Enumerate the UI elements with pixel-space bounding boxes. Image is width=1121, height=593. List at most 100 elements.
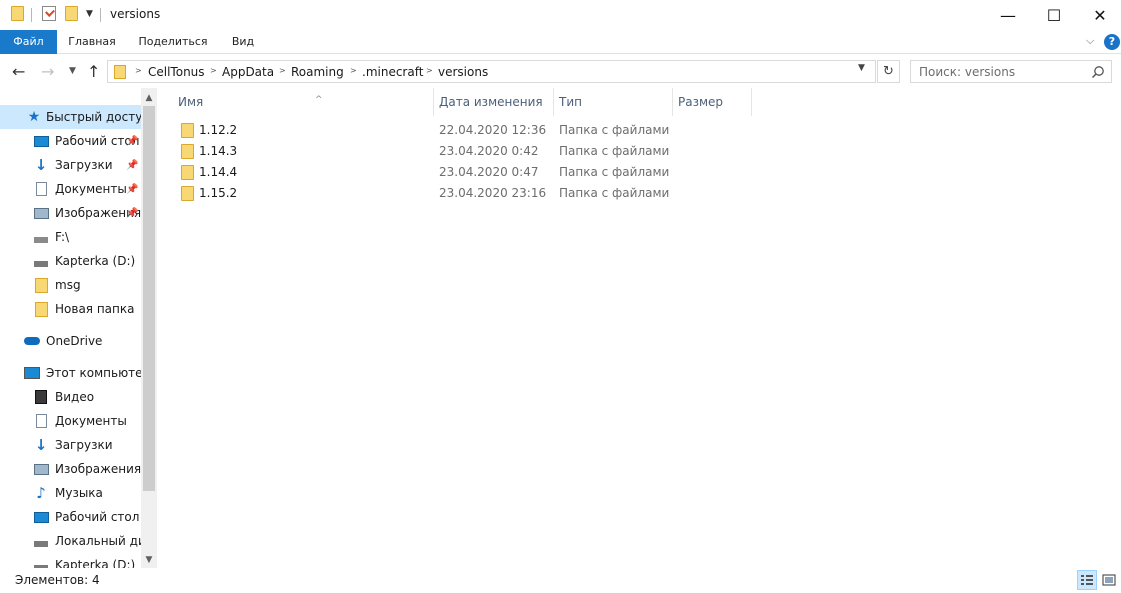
- file-row[interactable]: 1.12.2 22.04.2020 12:36 Папка с файлами: [175, 120, 675, 141]
- search-icon[interactable]: [1091, 65, 1105, 79]
- maximize-button[interactable]: ☐: [1031, 0, 1077, 30]
- file-type: Папка с файлами: [559, 144, 670, 158]
- nav-item-downloads[interactable]: ↓ Загрузки 📌: [0, 153, 141, 177]
- scrollbar-thumb[interactable]: [143, 106, 155, 491]
- address-bar[interactable]: > CellTonus > AppData > Roaming > .minec…: [107, 60, 876, 83]
- nav-item-documents[interactable]: Документы 📌: [0, 177, 141, 201]
- breadcrumb-item[interactable]: Roaming: [291, 65, 344, 79]
- breadcrumb-item[interactable]: AppData: [222, 65, 274, 79]
- nav-item-new-folder[interactable]: Новая папка: [0, 297, 141, 321]
- file-row[interactable]: 1.14.4 23.04.2020 0:47 Папка с файлами: [175, 162, 675, 183]
- window-title: versions: [110, 7, 161, 21]
- nav-item-drive-f[interactable]: F:\: [0, 225, 141, 249]
- minimize-button[interactable]: —: [985, 0, 1031, 30]
- close-button[interactable]: ✕: [1077, 0, 1121, 30]
- nav-item-onedrive[interactable]: OneDrive: [0, 329, 141, 353]
- nav-item-label: Музыка: [55, 486, 103, 500]
- details-view-button[interactable]: [1077, 570, 1097, 590]
- drive-icon: [33, 253, 49, 269]
- scroll-up-icon[interactable]: ▲: [141, 90, 157, 106]
- customize-toolbar-chevron-icon[interactable]: ▼: [86, 9, 93, 19]
- nav-item-label: Видео: [55, 390, 95, 404]
- nav-item-quick-access[interactable]: ★ Быстрый доступ: [0, 105, 141, 129]
- nav-item-pc-kapterka[interactable]: Kapterka (D:): [0, 553, 141, 568]
- maximize-icon: ☐: [1046, 5, 1062, 25]
- forward-arrow-icon[interactable]: →: [41, 62, 54, 81]
- downloads-icon: ↓: [34, 436, 48, 454]
- breadcrumb-separator-icon[interactable]: >: [135, 66, 142, 75]
- nav-item-label: Локальный диск: [55, 534, 141, 548]
- refresh-icon: ↻: [883, 64, 894, 79]
- recent-locations-chevron-icon[interactable]: ▼: [69, 66, 76, 76]
- toolbar-divider: [31, 8, 32, 22]
- nav-item-pc-pictures[interactable]: Изображения: [0, 457, 141, 481]
- nav-item-pc-desktop[interactable]: Рабочий стол: [0, 505, 141, 529]
- nav-item-video[interactable]: Видео: [0, 385, 141, 409]
- nav-item-kapterka[interactable]: Kapterka (D:): [0, 249, 141, 273]
- file-name: 1.14.4: [199, 165, 238, 179]
- help-icon[interactable]: ?: [1104, 34, 1120, 50]
- nav-item-pc-documents[interactable]: Документы: [0, 409, 141, 433]
- column-header-name[interactable]: Имя ^: [172, 88, 434, 116]
- nav-item-local-disk[interactable]: Локальный диск: [0, 529, 141, 553]
- breadcrumb-item[interactable]: CellTonus: [148, 65, 205, 79]
- expand-ribbon-chevron-icon[interactable]: ⌵: [1086, 34, 1094, 48]
- search-input[interactable]: Поиск: versions: [910, 60, 1112, 83]
- desktop-icon: [33, 509, 49, 525]
- tab-share[interactable]: Поделиться: [135, 30, 211, 54]
- nav-item-this-pc[interactable]: Этот компьютер: [0, 361, 141, 385]
- column-header-type[interactable]: Тип: [553, 88, 673, 116]
- navigation-pane-scrollbar[interactable]: ▲ ▼: [141, 88, 157, 568]
- breadcrumb-separator-icon[interactable]: >: [350, 66, 357, 75]
- breadcrumb-separator-icon[interactable]: >: [279, 66, 286, 75]
- nav-item-label: Новая папка: [55, 302, 135, 316]
- breadcrumb-separator-icon[interactable]: >: [210, 66, 217, 75]
- tab-view[interactable]: Вид: [224, 30, 262, 54]
- nav-item-label: Этот компьютер: [46, 366, 141, 380]
- nav-item-label: F:\: [55, 230, 70, 244]
- desktop-icon: [33, 133, 49, 149]
- file-row[interactable]: 1.15.2 23.04.2020 23:16 Папка с файлами: [175, 183, 675, 204]
- file-date: 23.04.2020 23:16: [439, 186, 547, 200]
- title-bar: ▼ versions — ☐ ✕: [0, 0, 1121, 30]
- nav-item-music[interactable]: ♪ Музыка: [0, 481, 141, 505]
- nav-item-desktop[interactable]: Рабочий стол 📌: [0, 129, 141, 153]
- file-name: 1.12.2: [199, 123, 238, 137]
- address-history-chevron-icon[interactable]: ▼: [858, 63, 865, 73]
- breadcrumb-item[interactable]: versions: [438, 65, 488, 79]
- onedrive-icon: [24, 333, 40, 349]
- properties-icon[interactable]: [42, 6, 56, 21]
- tab-file[interactable]: Файл: [0, 30, 57, 54]
- nav-item-pictures[interactable]: Изображения 📌: [0, 201, 141, 225]
- pin-icon: 📌: [126, 207, 139, 219]
- large-icons-view-button[interactable]: [1099, 570, 1119, 590]
- new-folder-icon[interactable]: [65, 6, 78, 21]
- file-row[interactable]: 1.14.3 23.04.2020 0:42 Папка с файлами: [175, 141, 675, 162]
- folder-icon: [11, 6, 24, 21]
- documents-icon: [33, 181, 49, 197]
- video-icon: [33, 389, 49, 405]
- navigation-bar: ← → ▼ ↑ > CellTonus > AppData > Roaming …: [0, 55, 1121, 87]
- folder-icon: [181, 123, 194, 138]
- column-header-date[interactable]: Дата изменения: [433, 88, 554, 116]
- quick-access-toolbar: [11, 6, 24, 21]
- sort-ascending-icon: ^: [315, 95, 323, 105]
- breadcrumb-item[interactable]: .minecraft: [362, 65, 423, 79]
- nav-item-label: msg: [55, 278, 81, 292]
- up-arrow-icon[interactable]: ↑: [87, 62, 100, 81]
- back-arrow-icon[interactable]: ←: [12, 62, 25, 81]
- nav-item-msg[interactable]: msg: [0, 273, 141, 297]
- item-count: Элементов: 4: [15, 573, 100, 587]
- file-type: Папка с файлами: [559, 165, 670, 179]
- refresh-button[interactable]: ↻: [877, 60, 900, 83]
- nav-item-pc-downloads[interactable]: ↓ Загрузки: [0, 433, 141, 457]
- tab-home[interactable]: Главная: [62, 30, 122, 54]
- pin-icon: 📌: [126, 159, 139, 171]
- folder-icon: [33, 301, 49, 317]
- breadcrumb-separator-icon[interactable]: >: [426, 66, 433, 75]
- scroll-down-icon[interactable]: ▼: [141, 552, 157, 568]
- details-view-icon: [1081, 575, 1093, 585]
- column-header-size[interactable]: Размер: [672, 88, 752, 116]
- nav-item-label: Документы: [55, 182, 127, 196]
- drive-icon: [33, 557, 49, 568]
